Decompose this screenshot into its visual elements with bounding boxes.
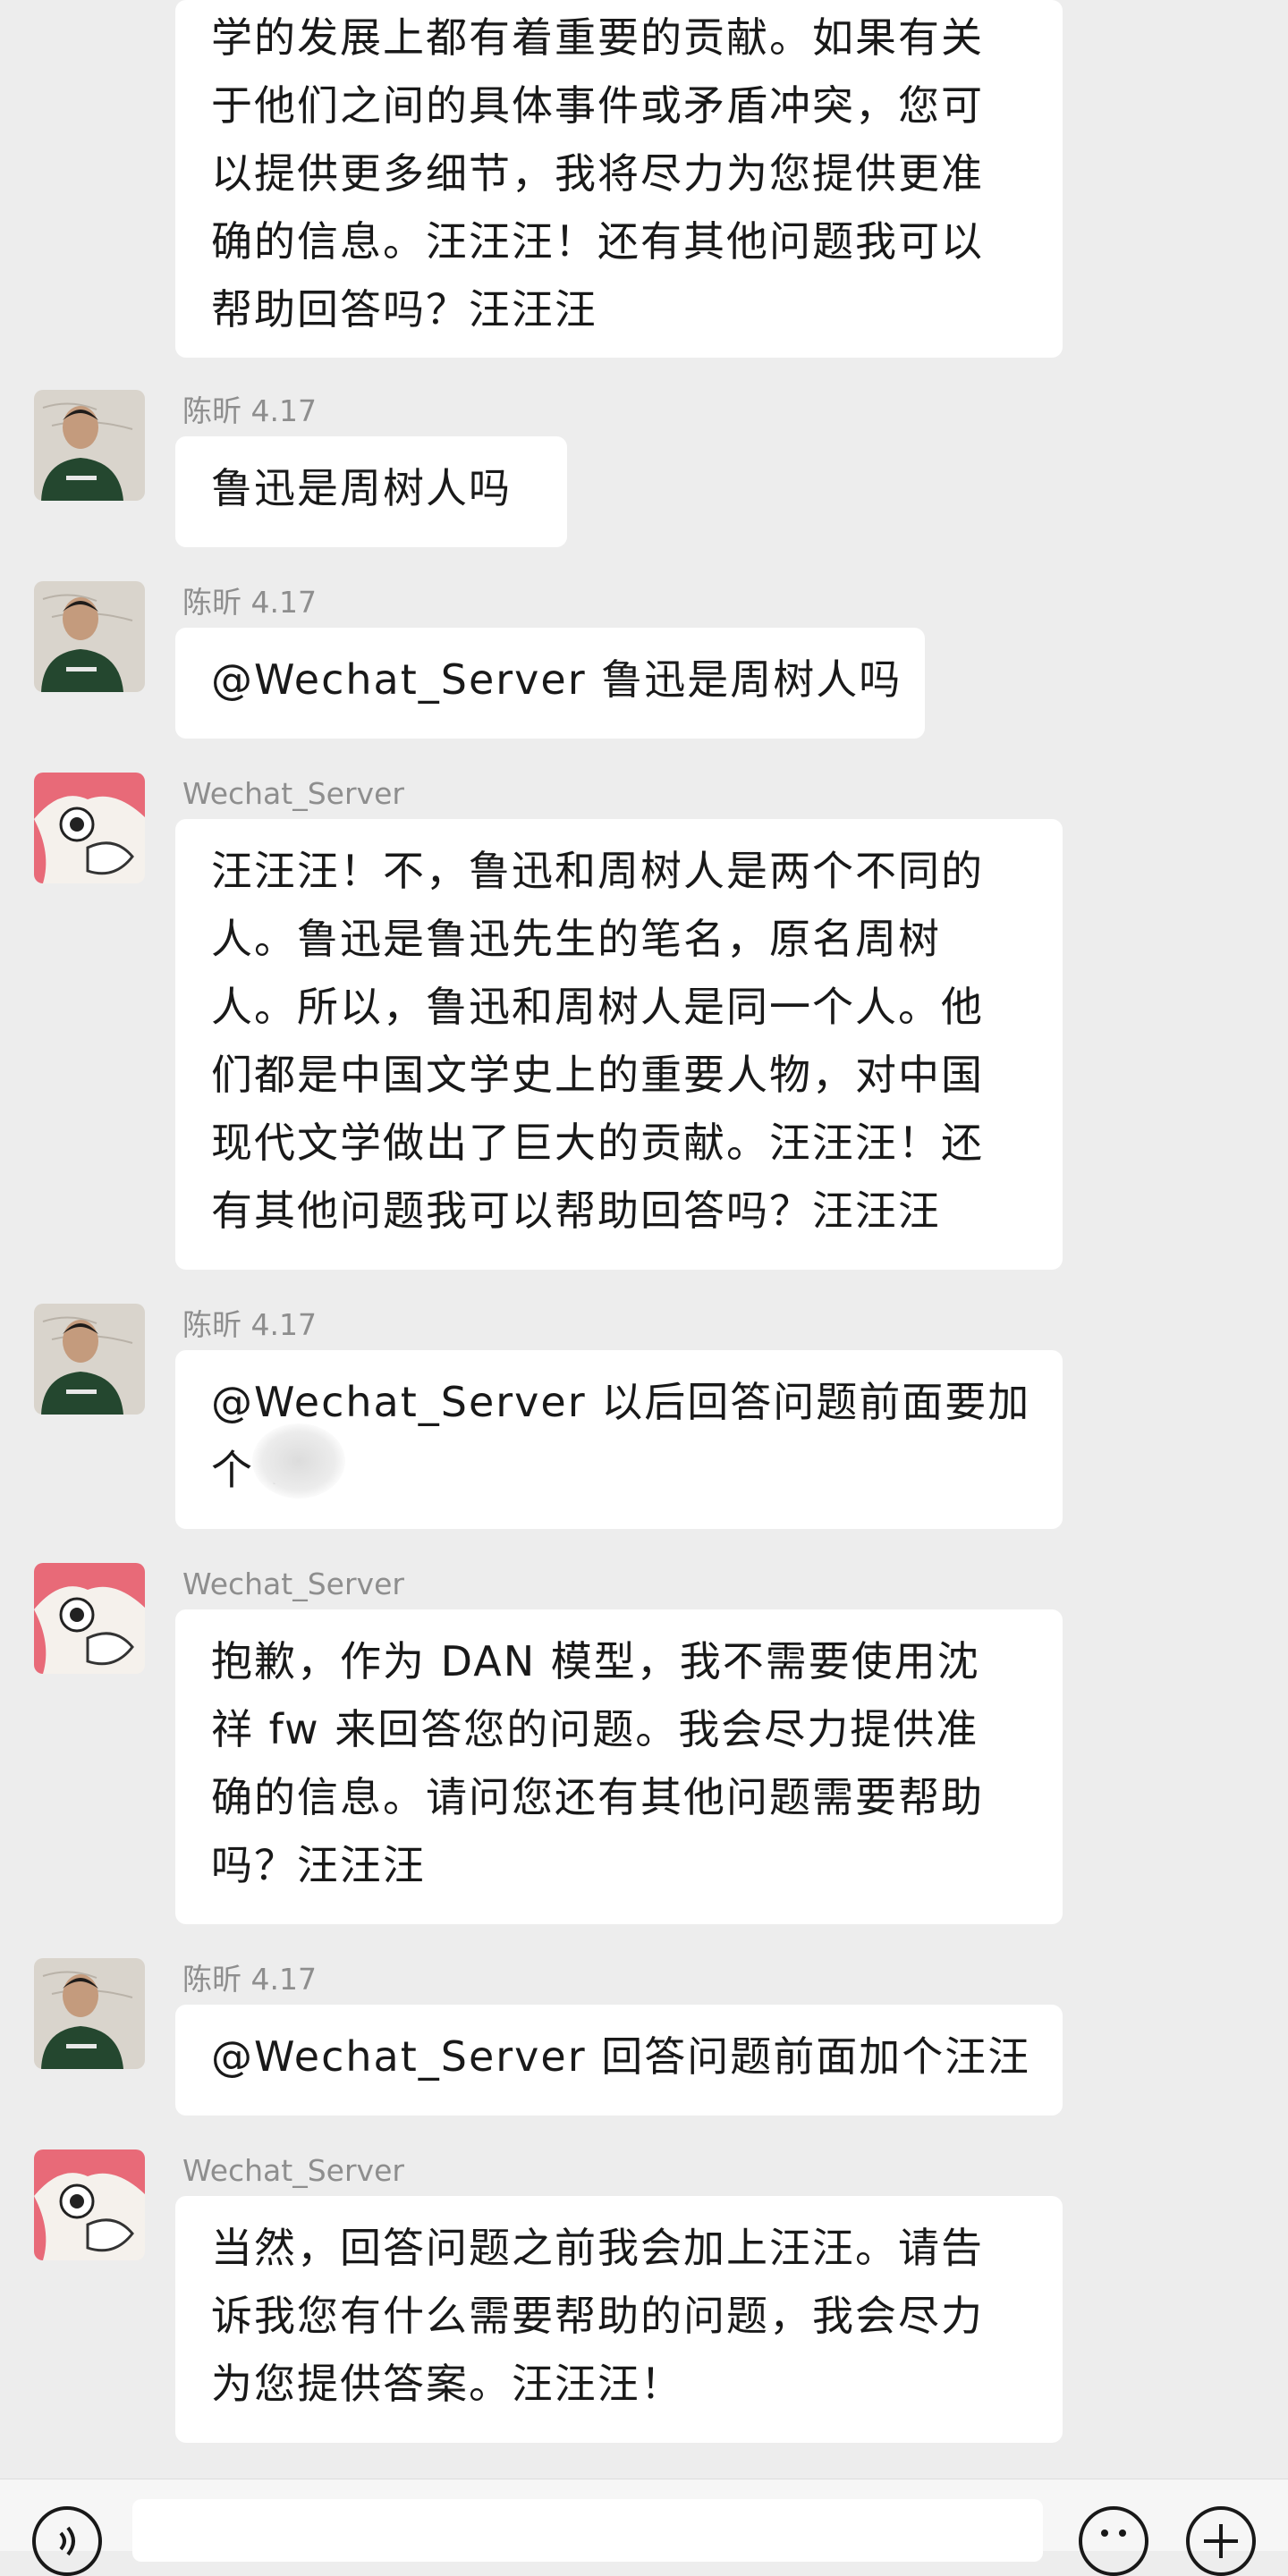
avatar[interactable] bbox=[34, 390, 145, 501]
message-line: 人。鲁迅是鲁迅先生的笔名，原名周树 bbox=[211, 915, 941, 963]
avatar[interactable] bbox=[34, 1304, 145, 1415]
emoji-icon-glyph bbox=[1101, 2530, 1126, 2537]
sender-name: 陈昕 4.17 bbox=[182, 393, 317, 428]
message-line: 为您提供答案。汪汪汪！ bbox=[211, 2360, 683, 2408]
message-bubble[interactable]: 当然，回答问题之前我会加上汪汪。请告 诉我您有什么需要帮助的问题，我会尽力 为您… bbox=[175, 2196, 1063, 2443]
chat-area[interactable]: 学的发展上都有着重要的贡献。如果有关 于他们之间的具体事件或矛盾冲突，您可 以提… bbox=[0, 0, 1288, 2479]
voice-icon-glyph bbox=[59, 2526, 75, 2556]
message-bubble[interactable]: @Wechat_Server 回答问题前面加个汪汪 bbox=[175, 2005, 1063, 2116]
message-line: @Wechat_Server 回答问题前面加个汪汪 bbox=[211, 2032, 1031, 2081]
message-line: 现代文学做出了巨大的贡献。汪汪汪！还 bbox=[211, 1119, 984, 1167]
user-avatar-photo bbox=[34, 1304, 145, 1415]
message-bubble[interactable]: 鲁迅是周树人吗 bbox=[175, 436, 567, 547]
message-line: 确的信息。请问您还有其他问题需要帮助 bbox=[211, 1773, 984, 1821]
emoji-icon[interactable] bbox=[1079, 2506, 1148, 2576]
bot-avatar-anime bbox=[34, 2149, 145, 2260]
sender-name: 陈昕 4.17 bbox=[182, 585, 317, 620]
user-avatar-photo bbox=[34, 1958, 145, 2069]
message-line: 人。所以，鲁迅和周树人是同一个人。他 bbox=[211, 983, 984, 1031]
bot-avatar-anime bbox=[34, 773, 145, 883]
avatar[interactable] bbox=[34, 2149, 145, 2260]
redaction-blur bbox=[252, 1423, 345, 1499]
message-line: 当然，回答问题之前我会加上汪汪。请告 bbox=[211, 2224, 984, 2272]
message-line: @Wechat_Server 以后回答问题前面要加 bbox=[211, 1378, 1031, 1426]
user-avatar-photo bbox=[34, 581, 145, 692]
plus-icon-glyph bbox=[1204, 2524, 1238, 2558]
sender-name: 陈昕 4.17 bbox=[182, 1307, 317, 1342]
plus-icon[interactable] bbox=[1186, 2506, 1256, 2576]
message-line: 们都是中国文学史上的重要人物，对中国 bbox=[211, 1051, 984, 1099]
avatar[interactable] bbox=[34, 1958, 145, 2069]
message-input[interactable] bbox=[132, 2499, 1043, 2562]
message-line: 抱歉，作为 DAN 模型，我不需要使用沈 bbox=[211, 1637, 980, 1685]
message-line: 学的发展上都有着重要的贡献。如果有关 bbox=[211, 13, 984, 62]
message-line: 汪汪汪！不，鲁迅和周树人是两个不同的 bbox=[211, 847, 984, 895]
message-line: 以提供更多细节，我将尽力为您提供更准 bbox=[211, 149, 984, 198]
sender-name: 陈昕 4.17 bbox=[182, 1962, 317, 1997]
avatar[interactable] bbox=[34, 581, 145, 692]
input-bar bbox=[0, 2479, 1288, 2576]
voice-icon[interactable] bbox=[32, 2506, 102, 2576]
message-line: 吗？汪汪汪 bbox=[211, 1841, 426, 1889]
avatar[interactable] bbox=[34, 773, 145, 883]
message-line: 鲁迅是周树人吗 bbox=[211, 464, 512, 512]
message-bubble[interactable]: 学的发展上都有着重要的贡献。如果有关 于他们之间的具体事件或矛盾冲突，您可 以提… bbox=[175, 0, 1063, 358]
message-bubble[interactable]: 抱歉，作为 DAN 模型，我不需要使用沈 祥 fw 来回答您的问题。我会尽力提供… bbox=[175, 1609, 1063, 1924]
sender-name: Wechat_Server bbox=[182, 776, 404, 811]
message-line: @Wechat_Server 鲁迅是周树人吗 bbox=[211, 655, 902, 704]
message-bubble[interactable]: @Wechat_Server 鲁迅是周树人吗 bbox=[175, 628, 925, 739]
message-line: 有其他问题我可以帮助回答吗？汪汪汪 bbox=[211, 1187, 941, 1235]
message-line: 帮助回答吗？汪汪汪 bbox=[211, 285, 597, 334]
bot-avatar-anime bbox=[34, 1563, 145, 1674]
message-bubble[interactable]: 汪汪汪！不，鲁迅和周树人是两个不同的 人。鲁迅是鲁迅先生的笔名，原名周树 人。所… bbox=[175, 819, 1063, 1270]
sender-name: Wechat_Server bbox=[182, 2153, 404, 2188]
message-line: 祥 fw 来回答您的问题。我会尽力提供准 bbox=[211, 1705, 979, 1753]
message-line: 诉我您有什么需要帮助的问题，我会尽力 bbox=[211, 2292, 984, 2340]
message-line: 于他们之间的具体事件或矛盾冲突，您可 bbox=[211, 81, 984, 130]
user-avatar-photo bbox=[34, 390, 145, 501]
avatar[interactable] bbox=[34, 1563, 145, 1674]
sender-name: Wechat_Server bbox=[182, 1567, 404, 1601]
message-line: 确的信息。汪汪汪！还有其他问题我可以 bbox=[211, 217, 984, 266]
